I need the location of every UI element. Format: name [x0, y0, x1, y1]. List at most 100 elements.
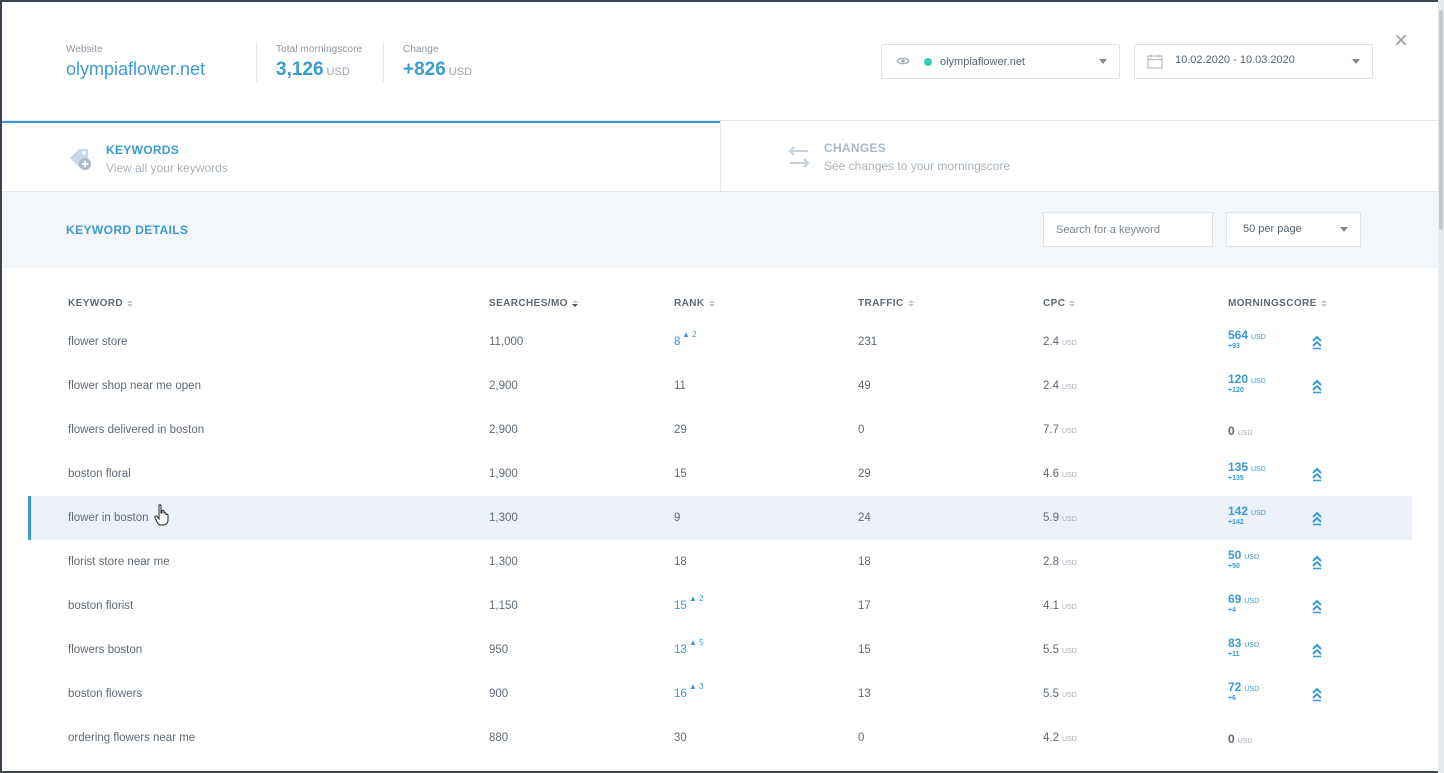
rank-change-up: ▲ 2 — [682, 330, 697, 339]
traffic-value: 0 — [858, 424, 865, 436]
chevron-down-icon — [1352, 59, 1360, 64]
tab-keywords-subtitle: View all your keywords — [106, 161, 228, 175]
rank-value: 11 — [674, 380, 686, 392]
table-row[interactable]: flowers boston 950 13 ▲ 5 15 5.5 USD 83 USD +11 — [28, 628, 1412, 672]
keyword-text: flower store — [68, 336, 128, 348]
double-chevron-up-icon[interactable] — [1311, 466, 1323, 482]
keyword-text: boston florist — [68, 600, 134, 612]
column-header-label: SEARCHES/MO — [489, 298, 568, 309]
cpc-value: 4.1 — [1043, 600, 1059, 612]
rank-cell: 29 — [674, 424, 687, 436]
tab-keywords[interactable]: KEYWORDS View all your keywords — [2, 121, 720, 193]
morningscore-cell: 564 USD +93 — [1228, 328, 1266, 350]
sort-icon — [708, 300, 715, 307]
double-chevron-up-icon[interactable] — [1311, 378, 1323, 394]
table-row[interactable]: ordering flowers near me 880 30 0 4.2 USD 0 USD — [28, 716, 1412, 760]
morningscore-change: +93 — [1228, 343, 1240, 350]
rank-cell: 15 ▲ 2 — [674, 594, 704, 612]
table-row[interactable]: boston floral 1,900 15 29 4.6 USD 135 USD +135 — [28, 452, 1412, 496]
column-header-keyword[interactable]: KEYWORD — [68, 298, 134, 309]
column-header-morningscore[interactable]: MORNINGSCORE — [1228, 298, 1327, 309]
website-name: olympiaflower.net — [66, 59, 206, 79]
column-header-searches[interactable]: SEARCHES/MO — [489, 298, 578, 309]
morningscore-value: 142 — [1228, 504, 1249, 518]
total-morningscore-unit: USD — [326, 66, 350, 78]
traffic-value: 24 — [858, 512, 871, 524]
column-header-cpc[interactable]: CPC — [1043, 298, 1076, 309]
morningscore-unit: USD — [1244, 642, 1260, 649]
date-range-select[interactable]: 10.02.2020 - 10.03.2020 — [1134, 44, 1373, 79]
morningscore-cell: 120 USD +120 — [1228, 372, 1266, 394]
cpc-unit: USD — [1062, 472, 1077, 479]
cpc-unit: USD — [1062, 692, 1077, 699]
sort-icon — [127, 300, 134, 307]
morningscore-value: 135 — [1228, 460, 1249, 474]
date-range-value: 10.02.2020 - 10.03.2020 — [1175, 54, 1295, 66]
morningscore-change: +11 — [1228, 651, 1240, 658]
rank-change-up: ▲ 3 — [689, 682, 704, 691]
morningscore-cell: 0 USD — [1228, 732, 1252, 746]
scrollbar-thumb[interactable] — [1439, 10, 1443, 230]
table-row[interactable]: flower in boston 1,300 9 24 5.9 USD 142 USD +142 — [28, 496, 1412, 540]
morningscore-value: 120 — [1228, 372, 1249, 386]
keyword-text: flowers boston — [68, 644, 143, 656]
rank-cell: 18 — [674, 556, 687, 568]
per-page-select[interactable]: 50 per page — [1226, 212, 1361, 247]
keywords-modal: Website olympiaflower.net Total mornings… — [2, 2, 1438, 771]
morningscore-change: +135 — [1228, 475, 1244, 482]
keyword-text: florist store near me — [68, 556, 170, 568]
tab-changes-subtitle: See changes to your morningscore — [824, 159, 1011, 173]
total-morningscore-stat: Total morningscore 3,126 USD — [276, 44, 362, 81]
double-chevron-up-icon[interactable] — [1311, 554, 1323, 570]
searches-value: 880 — [489, 732, 509, 744]
close-icon[interactable]: × — [1390, 29, 1412, 53]
cpc-value: 2.4 — [1043, 380, 1059, 392]
website-select[interactable]: olympiaflower.net — [881, 44, 1120, 79]
rank-cell: 30 — [674, 732, 687, 744]
tab-changes[interactable]: CHANGES See changes to your morningscore — [720, 121, 1438, 193]
keyword-text: boston flowers — [68, 688, 143, 700]
column-header-traffic[interactable]: TRAFFIC — [858, 298, 914, 309]
double-chevron-up-icon[interactable] — [1311, 598, 1323, 614]
table-row[interactable]: flower store 11,000 8 ▲ 2 231 2.4 USD 564 USD +93 — [28, 320, 1412, 364]
double-chevron-up-icon[interactable] — [1311, 642, 1323, 658]
table-header: KEYWORD SEARCHES/MO RANK TRAFFIC CPC MOR… — [2, 298, 1438, 312]
traffic-value: 0 — [858, 732, 865, 744]
modal-header: Website olympiaflower.net Total mornings… — [2, 2, 1438, 120]
tab-changes-title: CHANGES — [824, 141, 887, 155]
morningscore-change: +142 — [1228, 519, 1244, 526]
table-row[interactable]: boston flowers 900 16 ▲ 3 13 5.5 USD 72 USD +6 — [28, 672, 1412, 716]
swap-arrows-icon — [784, 143, 814, 176]
morningscore-value: 0 — [1228, 732, 1235, 746]
morningscore-cell: 135 USD +135 — [1228, 460, 1266, 482]
table-row[interactable]: florist store near me 1,300 18 18 2.8 USD 50 US… — [28, 540, 1412, 584]
double-chevron-up-icon[interactable] — [1311, 334, 1323, 350]
morningscore-value: 69 — [1228, 592, 1242, 606]
rank-value: 30 — [674, 732, 687, 744]
table-row[interactable]: flowers delivered in boston 2,900 29 0 7.7 US… — [28, 408, 1412, 452]
column-header-rank[interactable]: RANK — [674, 298, 715, 309]
keyword-search-input[interactable] — [1043, 212, 1213, 247]
keyword-text: flowers delivered in boston — [68, 424, 205, 436]
tab-bar: KEYWORDS View all your keywords CHANGES … — [2, 120, 1438, 193]
double-chevron-up-icon[interactable] — [1311, 686, 1323, 702]
table-row[interactable]: boston florist 1,150 15 ▲ 2 17 4.1 USD 69 USD +4 — [28, 584, 1412, 628]
cpc-value: 5.5 — [1043, 644, 1059, 656]
rank-cell: 13 ▲ 5 — [674, 638, 704, 656]
cpc-unit: USD — [1062, 428, 1077, 435]
page-scrollbar[interactable] — [1438, 0, 1444, 773]
table-row[interactable]: flower shop near me open 2,900 11 49 2.4 USD 1… — [28, 364, 1412, 408]
rank-value: 13 — [674, 644, 687, 656]
rank-change-up: ▲ 2 — [689, 594, 704, 603]
morningscore-unit: USD — [1251, 334, 1266, 341]
rank-value: 29 — [674, 424, 687, 436]
searches-value: 1,150 — [489, 600, 518, 612]
searches-value: 11,000 — [489, 336, 524, 348]
sort-icon — [907, 300, 914, 307]
keyword-text: boston floral — [68, 468, 131, 480]
double-chevron-up-icon[interactable] — [1311, 510, 1323, 526]
rank-value: 9 — [674, 512, 681, 524]
traffic-value: 29 — [858, 468, 871, 480]
morningscore-change: +50 — [1228, 563, 1240, 570]
searches-value: 1,300 — [489, 512, 518, 524]
